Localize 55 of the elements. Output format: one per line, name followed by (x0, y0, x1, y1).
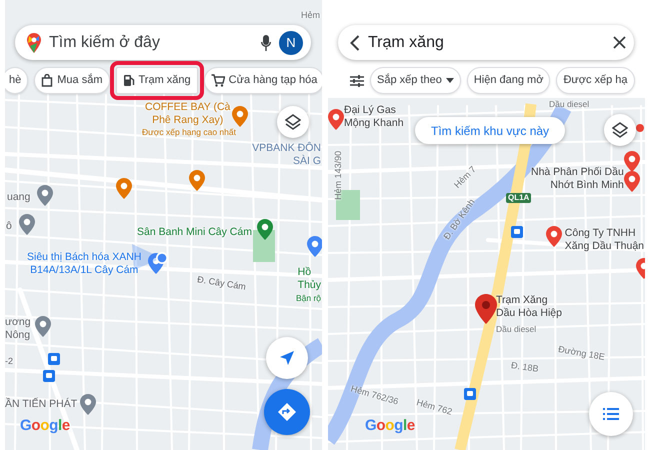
filter-chip[interactable]: Cửa hàng tạp hóa (204, 67, 322, 94)
place-label: Nhà Phân Phối Dầu Nhớt Bình Minh (531, 166, 624, 192)
microphone-icon (261, 34, 271, 50)
layers-icon (612, 122, 628, 138)
cart-icon (210, 74, 225, 87)
close-icon (613, 36, 626, 49)
search-area-button[interactable]: Tìm kiếm khu vực này (415, 117, 566, 144)
place-label: ô (6, 220, 12, 233)
filter-icon[interactable] (350, 74, 364, 88)
place-note: Bận rộ (296, 293, 321, 304)
google-logo: Google (20, 416, 70, 436)
street-label: Hẻm 762 (415, 397, 454, 418)
search-bar[interactable]: Tìm kiếm ở đây N (15, 25, 311, 60)
navigation-arrow-icon (279, 350, 295, 366)
back-button[interactable] (350, 34, 360, 50)
street-label: Hẻm (301, 10, 320, 21)
avatar[interactable]: N (279, 30, 303, 54)
search-field[interactable]: Tìm kiếm ở đây (49, 30, 253, 54)
place-label: Công Ty TNHH Xăng Dầu Thuận (564, 227, 644, 252)
street-label: Hẻm 143/90 (333, 150, 344, 200)
place-note: Dầu diesel (549, 99, 590, 110)
bag-icon (41, 74, 54, 87)
filter-chip[interactable]: Sắp xếp theo (370, 67, 461, 94)
microphone-button[interactable] (261, 34, 271, 50)
place-label: ẦN TIẾN PHÁT (5, 398, 78, 411)
place-label: Trạm Xăng Dầu Hòa Hiệp (496, 294, 562, 320)
place-label: COFFEE BAY (Cà Phê Rang Xay) (145, 101, 230, 126)
place-label: Đại Lý Gas Mộng Khanh (344, 104, 404, 130)
place-label: ương Nông (5, 316, 31, 342)
search-bar[interactable]: Trạm xăng (338, 25, 634, 60)
route-shield: QL1A (506, 193, 532, 203)
maps-pin-logo-icon (27, 32, 41, 52)
street-label: Đường 18E (557, 344, 606, 363)
filter-chip[interactable]: Được xếp hạ (556, 67, 635, 94)
search-field[interactable]: Trạm xăng (368, 30, 605, 54)
fuel-pump-icon (122, 74, 134, 87)
street-label: -2 (5, 356, 14, 367)
place-note: Dầu diesel (496, 324, 536, 334)
street-label: Đ. Cây Cám (196, 274, 247, 293)
place-label: Hồ Thủy (298, 266, 321, 292)
google-logo: Google (365, 416, 415, 436)
place-note: Được xếp hạng cao nhất (142, 127, 236, 138)
directions-icon (278, 403, 296, 421)
list-icon (603, 408, 619, 420)
street-label: Hẻm 762/36 (349, 383, 400, 408)
filter-chip[interactable]: Mua sắm (34, 67, 110, 94)
place-label: Sân Banh Mini Cây Cám (137, 226, 252, 239)
street-label: Đ. 18B (510, 360, 540, 375)
place-label: uang (7, 191, 30, 204)
caret-icon (446, 78, 454, 83)
clear-button[interactable] (613, 36, 626, 49)
layers-icon (285, 114, 301, 130)
place-label: Siêu thị Bách hóa XANH B14A/13A/1L Cây Cám (27, 251, 142, 276)
filter-chip[interactable]: Hiện đang mở (466, 67, 550, 94)
place-label: VPBANK ĐÔN SÀI G (252, 142, 321, 168)
